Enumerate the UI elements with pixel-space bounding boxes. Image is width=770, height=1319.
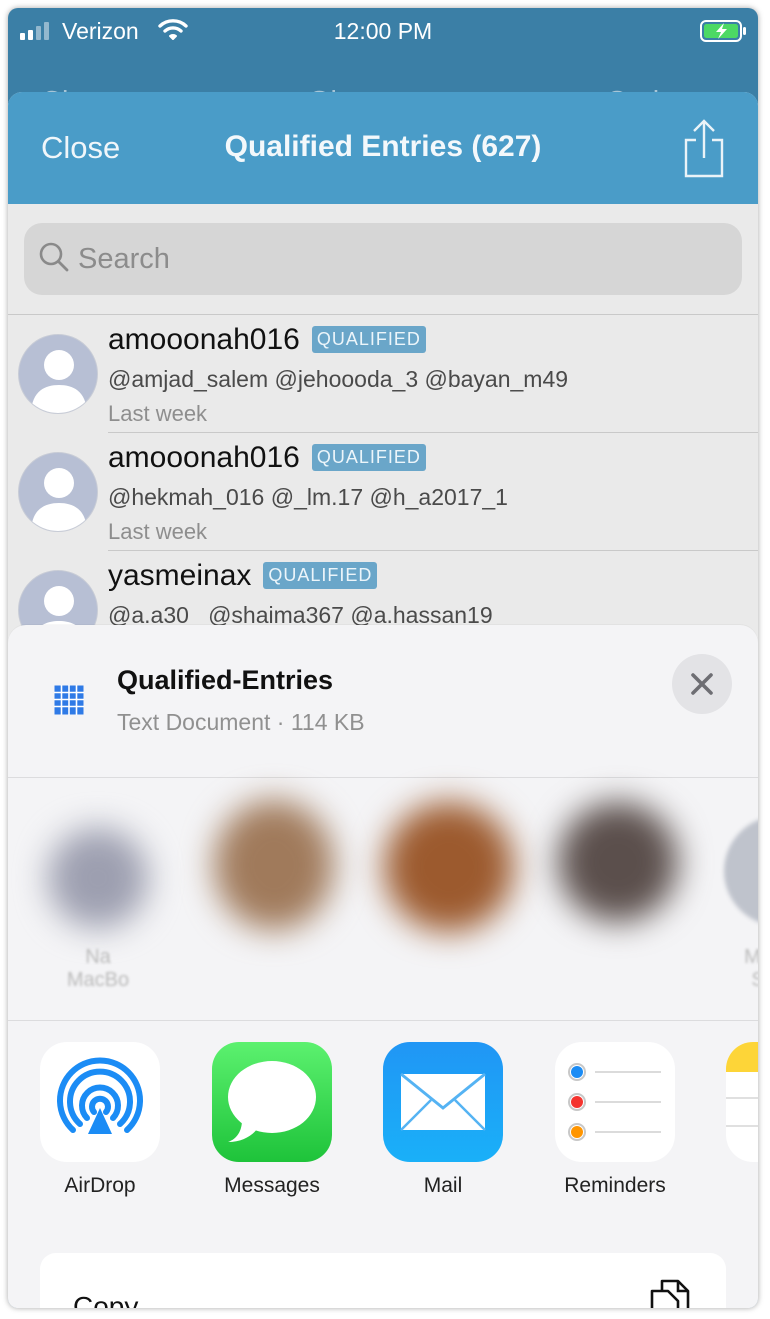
entry-username: yasmeinax QUALIFIED — [108, 559, 378, 593]
battery-charging-icon — [700, 20, 748, 48]
person-avatar[interactable] — [558, 802, 678, 922]
copy-icon — [644, 1277, 694, 1308]
app-label: Messages — [224, 1174, 320, 1197]
status-bar: Verizon 12:00 PM — [8, 8, 758, 54]
person-avatar[interactable] — [384, 802, 514, 932]
airdrop-people-row: NaMacBo MaS — [8, 778, 758, 1020]
list-item[interactable]: amooonah016 QUALIFIED @amjad_salem @jehoo… — [8, 315, 758, 433]
copy-action[interactable]: Copy — [40, 1253, 726, 1308]
entry-mentions: @amjad_salem @jehoooda_3 @bayan_m49 — [108, 366, 569, 392]
share-icon[interactable] — [682, 118, 726, 183]
close-icon — [691, 673, 713, 695]
entry-mentions: @hekmah_016 @_lm.17 @h_a2017_1 — [108, 484, 508, 510]
list-item[interactable]: amooonah016 QUALIFIED @hekmah_016 @_lm.17… — [8, 433, 758, 551]
app-label: Mail — [423, 1174, 463, 1197]
entry-username: amooonah016 QUALIFIED — [108, 323, 426, 357]
app-label: N — [714, 1174, 758, 1198]
qualified-badge: QUALIFIED — [311, 444, 426, 471]
qualified-badge: QUALIFIED — [263, 562, 378, 589]
airdrop-icon — [40, 1042, 160, 1162]
person-avatar[interactable] — [724, 816, 758, 926]
file-info: Text Document · 114 KB — [117, 709, 365, 735]
modal-header: Close Qualified Entries (627) — [8, 92, 758, 204]
app-label: Reminders — [564, 1174, 666, 1197]
search-input[interactable] — [78, 223, 718, 295]
status-time: 12:00 PM — [333, 18, 433, 44]
entry-time: Last week — [108, 401, 208, 426]
app-label: AirDrop — [64, 1174, 136, 1197]
mail-icon — [383, 1042, 503, 1162]
close-sheet-button[interactable] — [672, 654, 732, 714]
messages-icon — [212, 1042, 332, 1162]
person-avatar[interactable] — [214, 800, 334, 930]
qualified-badge: QUALIFIED — [311, 326, 426, 353]
search-bar[interactable] — [24, 223, 742, 295]
entry-time: Last week — [108, 519, 208, 544]
share-apps-row: AirDrop Messages Mail Reminders — [8, 1042, 758, 1212]
search-icon — [38, 241, 70, 278]
notes-icon — [726, 1042, 758, 1162]
page-title: Qualified Entries (627) — [224, 130, 542, 163]
phone-screen: Verizon 12:00 PM Close Giveaway Options … — [8, 8, 758, 1308]
share-sheet: Qualified-Entries Text Document · 114 KB… — [8, 625, 758, 1308]
reminders-icon — [555, 1042, 675, 1162]
copy-label: Copy — [73, 1291, 139, 1308]
file-name: Qualified-Entries — [117, 665, 334, 695]
spreadsheet-icon — [54, 685, 84, 720]
person-name: MaS — [744, 946, 758, 991]
avatar — [18, 452, 98, 532]
entry-username: amooonah016 QUALIFIED — [108, 441, 426, 475]
avatar — [18, 334, 98, 414]
person-name: Na MacBo — [66, 946, 130, 991]
person-avatar[interactable] — [48, 828, 148, 928]
sheet-divider — [8, 1020, 758, 1021]
